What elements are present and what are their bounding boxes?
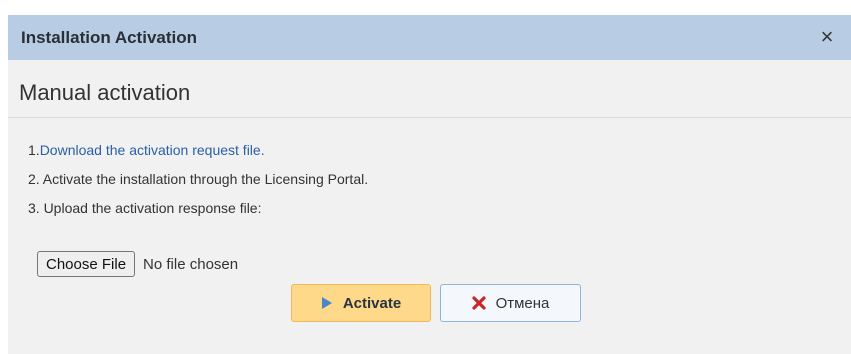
dialog-title: Installation Activation <box>21 27 198 47</box>
play-triangle-icon <box>321 296 333 310</box>
step-3: 3. Upload the activation response file: <box>28 200 262 216</box>
cancel-button[interactable]: Отмена <box>440 284 581 322</box>
choose-file-button[interactable]: Choose File <box>37 251 136 277</box>
file-upload-row: Choose File No file chosen <box>37 251 238 277</box>
download-request-link[interactable]: Download the activation request file. <box>40 142 265 158</box>
file-status: No file chosen <box>143 255 239 273</box>
close-icon[interactable]: × <box>815 24 839 49</box>
section-divider <box>8 117 851 118</box>
section-title: Manual activation <box>19 80 191 105</box>
x-icon <box>471 296 486 310</box>
activation-dialog: Installation Activation × Manual activat… <box>8 15 851 354</box>
activate-button-label: Activate <box>342 294 402 312</box>
step-1-number: 1. <box>28 142 40 158</box>
activate-button[interactable]: Activate <box>291 284 431 322</box>
steps-list: 1. Download the activation request file.… <box>28 142 368 229</box>
step-1: 1. Download the activation request file. <box>28 142 368 171</box>
step-2: 2. Activate the installation through the… <box>28 171 369 187</box>
dialog-titlebar: Installation Activation × <box>8 15 851 60</box>
cancel-button-label: Отмена <box>495 294 550 312</box>
